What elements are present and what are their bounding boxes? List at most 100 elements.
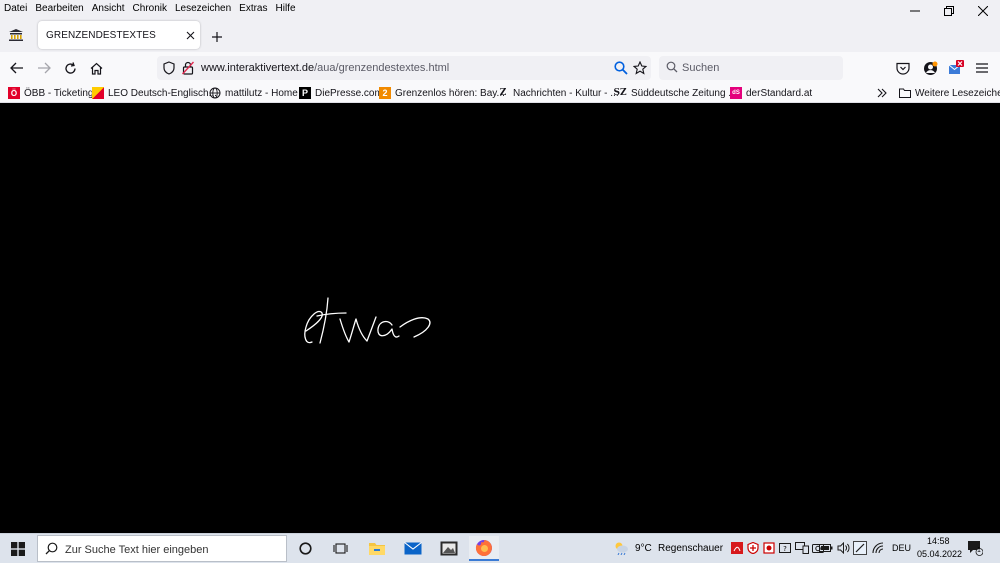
close-icon	[186, 31, 194, 39]
navigation-bar: www.interaktivertext.de/aua/grenzendeste…	[0, 52, 1000, 84]
br-icon: 2	[379, 87, 391, 99]
menu-datei[interactable]: Datei	[0, 3, 31, 14]
bookmark-label: Grenzenlos hören: Bay...	[395, 87, 505, 99]
file-explorer-icon	[369, 543, 385, 555]
firefox-view-button[interactable]	[4, 22, 28, 48]
home-button[interactable]	[86, 58, 106, 78]
search-icon	[45, 542, 58, 558]
url-text[interactable]: www.interaktivertext.de/aua/grenzendeste…	[201, 62, 449, 74]
help-tray-icon[interactable]: ?	[779, 542, 791, 557]
url-bar[interactable]: www.interaktivertext.de/aua/grenzendeste…	[157, 56, 651, 80]
bookmark-sz[interactable]: SZ Süddeutsche Zeitung ...	[613, 85, 736, 101]
app-menu-button[interactable]	[972, 58, 992, 78]
reload-button[interactable]	[60, 58, 80, 78]
notification-center-button[interactable]: 1	[967, 540, 984, 559]
taskbar-search-box[interactable]: Zur Suche Text hier eingeben	[37, 535, 287, 562]
minimize-button[interactable]	[898, 0, 932, 22]
sz-icon: SZ	[613, 88, 627, 98]
forward-button[interactable]	[34, 58, 54, 78]
bookmark-label: mattilutz - Home	[225, 87, 298, 99]
search-placeholder: Suchen	[682, 62, 720, 74]
pen-workspace-icon[interactable]	[853, 541, 867, 558]
menu-ansicht[interactable]: Ansicht	[88, 3, 129, 14]
account-button[interactable]	[920, 58, 940, 78]
notification-count: 1	[977, 547, 981, 554]
taskbar-photo-app[interactable]	[434, 536, 464, 561]
bookmark-folder-more[interactable]: Weitere Lesezeichen	[899, 85, 1000, 101]
page-content[interactable]: etwas	[0, 103, 1000, 533]
battery-icon[interactable]	[819, 543, 833, 556]
input-language[interactable]: DEU	[892, 543, 911, 553]
task-view-button[interactable]	[325, 536, 355, 561]
home-icon	[90, 62, 102, 75]
svg-text:?: ?	[783, 545, 787, 553]
menu-chronik[interactable]: Chronik	[129, 3, 171, 14]
arrow-right-icon	[38, 62, 51, 74]
new-tab-button[interactable]	[208, 28, 226, 46]
photo-app-icon	[440, 541, 458, 556]
menu-bearbeiten[interactable]: Bearbeiten	[31, 3, 87, 14]
back-button[interactable]	[7, 58, 27, 78]
bookmark-label: Weitere Lesezeichen	[915, 87, 1000, 99]
security-tray-icon[interactable]	[747, 541, 759, 557]
weather-description[interactable]: Regenschauer	[658, 543, 723, 554]
taskbar: Zur Suche Text hier eingeben 9°C Regensc…	[0, 533, 1000, 563]
wifi-icon[interactable]	[872, 542, 885, 557]
plus-icon	[212, 32, 222, 42]
star-icon[interactable]	[632, 60, 648, 78]
search-icon[interactable]	[614, 61, 628, 78]
firefox-icon	[475, 539, 492, 556]
bookmark-leo[interactable]: LEO Deutsch-Englisch...	[92, 85, 217, 101]
account-icon	[923, 61, 937, 75]
bookmark-label: Nachrichten - Kultur - ...	[513, 87, 619, 99]
globe-icon	[209, 87, 221, 99]
restore-icon	[944, 6, 954, 16]
bookmark-mattilutz[interactable]: mattilutz - Home	[209, 85, 298, 101]
extension-button[interactable]	[946, 58, 966, 78]
bookmark-label: ÖBB - Ticketing	[24, 87, 94, 99]
clock-date[interactable]: 05.04.2022	[917, 549, 962, 559]
volume-icon[interactable]	[837, 541, 850, 557]
acrobat-tray-icon[interactable]	[731, 542, 743, 557]
menu-lesezeichen[interactable]: Lesezeichen	[171, 3, 235, 14]
tab-close-button[interactable]	[180, 31, 200, 40]
minimize-icon	[910, 10, 920, 12]
tab-grenzendestextes[interactable]: GRENZENDESTEXTES	[38, 21, 200, 49]
shield-icon[interactable]	[163, 61, 175, 78]
taskbar-mail[interactable]	[398, 536, 428, 561]
weather-temperature[interactable]: 9°C	[635, 543, 652, 554]
close-window-button[interactable]	[966, 0, 1000, 22]
bookmark-derstandard[interactable]: dS derStandard.at	[730, 85, 812, 101]
leo-icon	[92, 87, 104, 99]
restore-button[interactable]	[932, 0, 966, 22]
cortana-button[interactable]	[290, 536, 320, 561]
zeit-icon: Z	[499, 88, 507, 98]
taskbar-explorer[interactable]	[362, 536, 392, 561]
bookmark-obb[interactable]: Ö ÖBB - Ticketing	[8, 85, 93, 101]
search-bar[interactable]: Suchen	[659, 56, 843, 80]
weather-icon[interactable]	[613, 541, 629, 558]
museum-icon	[9, 29, 23, 41]
clock-time[interactable]: 14:58	[927, 536, 950, 546]
windows-icon	[11, 541, 25, 556]
bookmark-diepresse[interactable]: P DiePresse.com	[299, 85, 383, 101]
menu-hilfe[interactable]: Hilfe	[272, 3, 300, 14]
reload-icon	[64, 61, 76, 74]
pocket-button[interactable]	[893, 58, 913, 78]
red-tray-icon[interactable]	[763, 542, 775, 557]
insecure-lock-icon[interactable]	[181, 61, 195, 78]
extension-icon	[948, 60, 964, 74]
tab-bar: GRENZENDESTEXTES	[0, 6, 1000, 52]
menu-extras[interactable]: Extras	[235, 3, 271, 14]
network-device-icon[interactable]	[795, 542, 809, 557]
taskbar-firefox[interactable]	[469, 536, 499, 561]
url-path: /aua/grenzendestextes.html	[314, 62, 450, 74]
bookmark-label: LEO Deutsch-Englisch...	[108, 87, 217, 99]
close-window-icon	[978, 6, 988, 16]
diepresse-icon: P	[299, 87, 311, 99]
bookmarks-overflow-button[interactable]	[877, 85, 887, 101]
bookmark-zeit[interactable]: Z Nachrichten - Kultur - ...	[497, 85, 619, 101]
bookmark-br[interactable]: 2 Grenzenlos hören: Bay...	[379, 85, 505, 101]
tab-title: GRENZENDESTEXTES	[46, 29, 156, 41]
start-button[interactable]	[3, 536, 33, 561]
